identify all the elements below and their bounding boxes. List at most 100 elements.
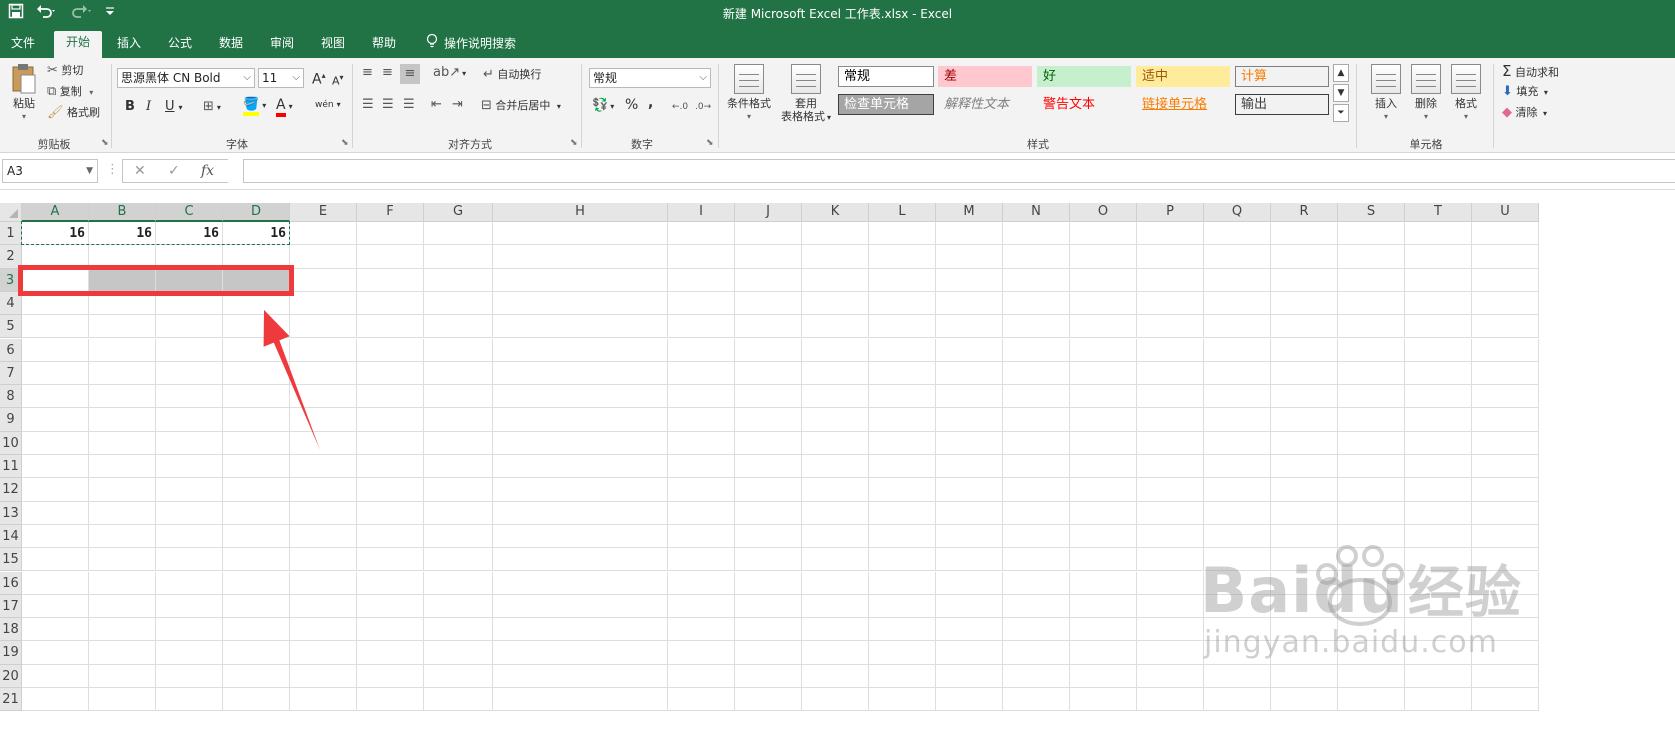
cell-i14[interactable]: [668, 524, 735, 549]
format-cells-button[interactable]: 格式 ▾: [1446, 64, 1486, 123]
cell-r14[interactable]: [1271, 524, 1338, 549]
cell-o16[interactable]: [1070, 571, 1137, 595]
row-header-10[interactable]: 10: [0, 431, 22, 455]
cell-c16[interactable]: [156, 571, 223, 595]
cell-s2[interactable]: [1338, 245, 1405, 269]
cell-t2[interactable]: [1405, 245, 1472, 269]
cell-h5[interactable]: [493, 315, 668, 339]
cell-p5[interactable]: [1137, 315, 1204, 339]
align-bottom-button[interactable]: ≡: [400, 64, 420, 84]
cell-l9[interactable]: [869, 408, 936, 432]
cell-b11[interactable]: [89, 455, 156, 479]
cell-c8[interactable]: [156, 385, 223, 409]
cell-t21[interactable]: [1405, 688, 1472, 712]
column-header-u[interactable]: U: [1472, 203, 1539, 222]
cell-p3[interactable]: [1137, 268, 1204, 292]
insert-function-icon[interactable]: fx: [201, 163, 214, 179]
cell-h15[interactable]: [493, 548, 668, 572]
cell-d13[interactable]: [223, 501, 290, 525]
cell-d12[interactable]: [223, 478, 290, 502]
cell-n21[interactable]: [1003, 688, 1070, 712]
cell-c1[interactable]: 16: [156, 222, 223, 246]
cell-q12[interactable]: [1204, 478, 1271, 502]
cell-d19[interactable]: [223, 641, 290, 665]
decrease-decimal-button[interactable]: .0→: [695, 100, 711, 114]
cell-f3[interactable]: [357, 268, 424, 292]
cell-e9[interactable]: [290, 408, 357, 432]
cell-a6[interactable]: [22, 338, 89, 362]
cell-f4[interactable]: [357, 291, 424, 316]
cell-c20[interactable]: [156, 664, 223, 688]
cell-a12[interactable]: [22, 478, 89, 502]
cell-u13[interactable]: [1472, 501, 1539, 525]
cell-t8[interactable]: [1405, 385, 1472, 409]
cell-i6[interactable]: [668, 338, 735, 362]
style-output[interactable]: 输出: [1235, 94, 1329, 115]
underline-button[interactable]: U ▾: [165, 100, 183, 115]
cell-g17[interactable]: [424, 594, 493, 619]
cell-j2[interactable]: [735, 245, 802, 269]
cell-r3[interactable]: [1271, 268, 1338, 292]
phonetic-guide-button[interactable]: wén ▾: [315, 98, 341, 112]
cell-g19[interactable]: [424, 641, 493, 665]
cell-j9[interactable]: [735, 408, 802, 432]
cancel-icon[interactable]: ✕: [134, 163, 146, 179]
cell-r17[interactable]: [1271, 594, 1338, 619]
cell-q18[interactable]: [1204, 618, 1271, 642]
cell-i5[interactable]: [668, 315, 735, 339]
cell-a8[interactable]: [22, 385, 89, 409]
cell-b19[interactable]: [89, 641, 156, 665]
cell-e17[interactable]: [290, 594, 357, 619]
row-header-14[interactable]: 14: [0, 524, 22, 549]
cell-p16[interactable]: [1137, 571, 1204, 595]
style-check-cell[interactable]: 检查单元格: [838, 94, 934, 115]
cell-h10[interactable]: [493, 431, 668, 455]
cell-g18[interactable]: [424, 618, 493, 642]
cell-p14[interactable]: [1137, 524, 1204, 549]
cell-r7[interactable]: [1271, 361, 1338, 386]
cell-s1[interactable]: [1338, 222, 1405, 246]
autosum-button[interactable]: Σ 自动求和: [1502, 64, 1559, 80]
cell-p15[interactable]: [1137, 548, 1204, 572]
cell-k15[interactable]: [802, 548, 869, 572]
cell-l1[interactable]: [869, 222, 936, 246]
cell-u17[interactable]: [1472, 594, 1539, 619]
cell-r4[interactable]: [1271, 291, 1338, 316]
cell-l6[interactable]: [869, 338, 936, 362]
cell-l21[interactable]: [869, 688, 936, 712]
cell-i1[interactable]: [668, 222, 735, 246]
cell-s5[interactable]: [1338, 315, 1405, 339]
cell-d2[interactable]: [223, 245, 290, 269]
conditional-formatting-button[interactable]: 条件格式 ▾: [724, 64, 774, 123]
cell-i20[interactable]: [668, 664, 735, 688]
cell-b21[interactable]: [89, 688, 156, 712]
cell-k2[interactable]: [802, 245, 869, 269]
cell-g5[interactable]: [424, 315, 493, 339]
cell-c2[interactable]: [156, 245, 223, 269]
name-box[interactable]: A3 ▼: [2, 159, 98, 183]
cell-t17[interactable]: [1405, 594, 1472, 619]
cell-h8[interactable]: [493, 385, 668, 409]
cell-s4[interactable]: [1338, 291, 1405, 316]
font-color-button[interactable]: A ▾: [276, 97, 293, 117]
cell-a21[interactable]: [22, 688, 89, 712]
cell-u2[interactable]: [1472, 245, 1539, 269]
cell-l17[interactable]: [869, 594, 936, 619]
cell-q2[interactable]: [1204, 245, 1271, 269]
cell-h20[interactable]: [493, 664, 668, 688]
cell-a14[interactable]: [22, 524, 89, 549]
cell-g13[interactable]: [424, 501, 493, 525]
column-header-c[interactable]: C: [156, 203, 223, 222]
cell-o18[interactable]: [1070, 618, 1137, 642]
cell-o9[interactable]: [1070, 408, 1137, 432]
cell-h7[interactable]: [493, 361, 668, 386]
cell-l4[interactable]: [869, 291, 936, 316]
style-neutral[interactable]: 适中: [1136, 66, 1230, 87]
select-all-corner[interactable]: [0, 203, 22, 222]
tab-home[interactable]: 开始: [54, 31, 102, 58]
clipboard-launcher-icon[interactable]: ⬊: [101, 138, 109, 148]
cell-b20[interactable]: [89, 664, 156, 688]
cell-l12[interactable]: [869, 478, 936, 502]
cell-n5[interactable]: [1003, 315, 1070, 339]
cell-f9[interactable]: [357, 408, 424, 432]
